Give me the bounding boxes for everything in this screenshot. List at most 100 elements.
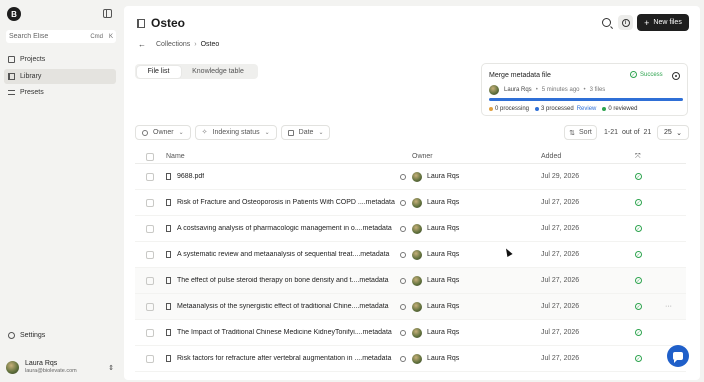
check-circle-icon: ✓ <box>635 225 642 232</box>
added-date: Jul 27, 2026 <box>541 225 580 232</box>
gear-icon <box>8 332 15 339</box>
sidebar-item-presets[interactable]: Presets <box>4 85 116 100</box>
sort-icon: ⇅ <box>569 129 576 137</box>
merge-title: Merge metadata file <box>489 72 551 79</box>
file-name[interactable]: The Impact of Traditional Chinese Medici… <box>177 329 361 336</box>
sidebar-item-label: Projects <box>20 56 46 63</box>
table-row[interactable]: The Impact of Traditional Chinese Medici… <box>135 320 686 346</box>
table-row[interactable]: 9688.pdf Laura Rqs Jul 29, 2026 ✓ <box>135 164 686 190</box>
sidebar-search[interactable]: Cmd K <box>6 30 116 43</box>
check-circle-icon: ✓ <box>630 71 637 78</box>
file-icon <box>166 199 171 206</box>
avatar <box>489 85 499 95</box>
added-date: Jul 27, 2026 <box>541 277 580 284</box>
legend-processed-label: 3 processed <box>541 106 574 112</box>
file-name[interactable]: The effect of pulse steroid therapy on b… <box>177 277 357 284</box>
eye-icon[interactable] <box>672 72 680 80</box>
tab-knowledge-table[interactable]: Knowledge table <box>181 66 256 78</box>
file-suffix: .metadata <box>360 355 392 362</box>
clock-icon <box>400 251 406 258</box>
column-owner[interactable]: Owner <box>412 153 541 160</box>
range-value: 1-21 <box>604 129 619 136</box>
table-row[interactable]: A costsaving analysis of pharmacologic m… <box>135 216 686 242</box>
sidebar-collapse-icon[interactable] <box>103 9 112 18</box>
avatar <box>412 249 422 260</box>
reviewed-dot <box>602 107 607 111</box>
owner-name: Laura Rqs <box>427 225 460 232</box>
clock-icon <box>400 277 406 284</box>
row-checkbox[interactable] <box>146 276 154 285</box>
files-table: Name Owner Added ⤧ 9688.pdf Laura Rqs Jul … <box>135 150 686 372</box>
new-files-button[interactable]: + New files <box>637 14 689 31</box>
filter-indexing-status[interactable]: ✧ Indexing status ⌄ <box>194 125 277 140</box>
file-name[interactable]: Risk factors for refracture after verteb… <box>177 355 360 362</box>
row-checkbox[interactable] <box>146 250 154 259</box>
breadcrumb-collections[interactable]: Collections <box>156 41 190 48</box>
merge-legend: 0 processing 3 processed Review 0 review… <box>489 106 643 112</box>
status-badge: ✓ Success <box>630 71 663 78</box>
chat-button[interactable] <box>667 345 689 367</box>
range-out-of: out of <box>622 129 640 136</box>
file-suffix: .metadata <box>357 277 389 284</box>
row-checkbox[interactable] <box>146 354 154 363</box>
clock-icon <box>400 355 406 362</box>
filter-date[interactable]: Date ⌄ <box>280 125 331 140</box>
check-circle-icon: ✓ <box>635 199 642 206</box>
expand-icon[interactable]: ⤧ <box>635 153 642 160</box>
file-name[interactable]: 9688.pdf <box>177 173 204 180</box>
info-button[interactable]: i <box>618 15 633 30</box>
column-name[interactable]: Name <box>166 153 412 160</box>
status-text: Success <box>640 71 663 78</box>
shortcut-cmd: Cmd <box>90 33 103 40</box>
file-icon <box>166 303 171 310</box>
table-row[interactable]: Metaanalysis of the synergistic effect o… <box>135 294 686 320</box>
owner-name: Laura Rqs <box>427 251 460 258</box>
legend-reviewed: 0 reviewed <box>602 106 637 112</box>
table-row[interactable]: Risk of Fracture and Osteoporosis in Pat… <box>135 190 686 216</box>
avatar <box>412 223 422 234</box>
search-input[interactable] <box>9 33 89 40</box>
filter-owner[interactable]: Owner ⌄ <box>135 125 191 140</box>
file-name[interactable]: A costsaving analysis of pharmacologic m… <box>177 225 361 232</box>
sidebar-item-library[interactable]: Library <box>4 68 116 84</box>
review-link[interactable]: Review <box>577 106 597 112</box>
app-logo[interactable]: B <box>7 7 21 21</box>
table-row[interactable]: The effect of pulse steroid therapy on b… <box>135 268 686 294</box>
row-checkbox[interactable] <box>146 302 154 311</box>
merge-meta: Laura Rqs • 5 minutes ago • 3 files <box>489 85 605 95</box>
sort-button[interactable]: ⇅ Sort <box>564 125 597 140</box>
legend-processing: 0 processing <box>489 106 529 112</box>
table-row[interactable]: A systematic review and metaanalysis of … <box>135 242 686 268</box>
tab-file-list[interactable]: File list <box>136 65 181 78</box>
file-name[interactable]: Metaanalysis of the synergistic effect o… <box>177 303 357 310</box>
settings-label: Settings <box>20 332 46 339</box>
table-row[interactable]: Risk factors for refracture after verteb… <box>135 346 686 372</box>
file-name[interactable]: Risk of Fracture and Osteoporosis in Pat… <box>177 199 364 206</box>
user-menu[interactable]: Laura Rqs laura@biolevate.com ⇕ <box>6 359 114 376</box>
search-icon[interactable] <box>602 18 611 27</box>
check-circle-icon: ✓ <box>635 355 642 362</box>
merge-time: 5 minutes ago <box>541 87 580 93</box>
back-arrow-icon[interactable]: ← <box>138 40 146 49</box>
sidebar-item-projects[interactable]: Projects <box>4 52 116 67</box>
person-icon <box>142 129 148 136</box>
clock-icon <box>400 173 406 180</box>
per-page-select[interactable]: 25 ⌄ <box>657 125 689 140</box>
select-all-checkbox[interactable] <box>146 152 154 161</box>
sidebar-item-settings[interactable]: Settings <box>8 332 45 339</box>
per-page-value: 25 <box>664 129 672 136</box>
file-suffix: .metadata <box>357 303 389 310</box>
row-checkbox[interactable] <box>146 328 154 337</box>
row-more-button[interactable]: ··· <box>665 303 686 310</box>
sidebar-item-label: Presets <box>20 89 44 97</box>
column-added[interactable]: Added <box>541 153 635 160</box>
breadcrumb: ← Collections › Osteo <box>138 40 219 49</box>
row-checkbox[interactable] <box>146 224 154 233</box>
check-circle-icon: ✓ <box>635 251 642 258</box>
row-checkbox[interactable] <box>146 172 154 181</box>
library-icon <box>8 72 15 80</box>
file-name[interactable]: A systematic review and metaanalysis of … <box>177 251 358 258</box>
file-icon <box>166 225 171 232</box>
row-checkbox[interactable] <box>146 198 154 207</box>
added-date: Jul 27, 2026 <box>541 303 580 310</box>
